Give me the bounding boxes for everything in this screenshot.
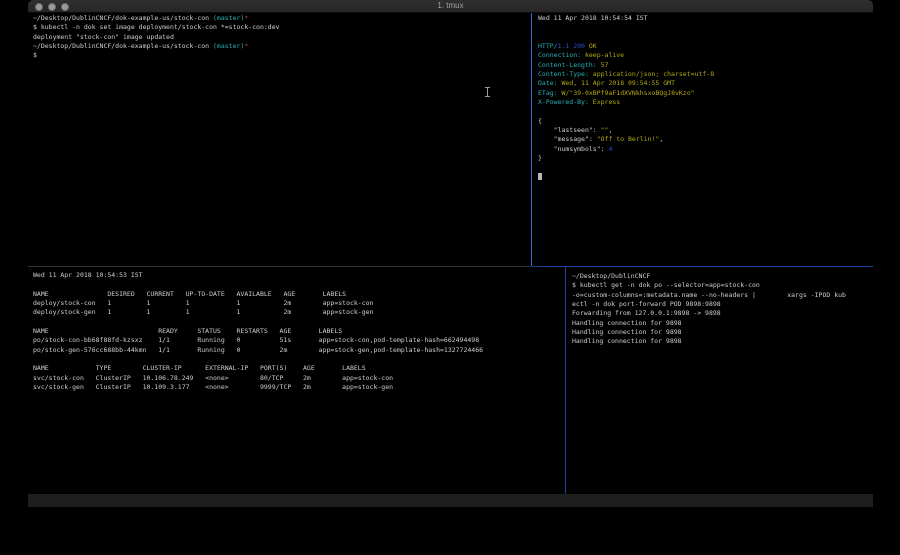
mouse-ibeam-cursor <box>485 87 490 97</box>
terminal-line: Wed 11 Apr 2018 10:54:54 IST <box>538 14 868 23</box>
traffic-lights <box>35 3 69 11</box>
terminal-line <box>538 163 868 172</box>
terminal-line: $ <box>33 51 503 60</box>
terminal-window: 1. tmux ~/Desktop/DublinCNCF/dok-example… <box>28 0 873 507</box>
terminal-line: -o=custom-columns=:metadata.name --no-he… <box>572 291 867 300</box>
tmux-status-bar: demo 0:bash* ⎈ minikube : default <box>28 494 873 507</box>
terminal-line: ETag: W/"39-0xBPf9aF1dXVNkhsxoBQgJ8vKzo" <box>538 89 868 98</box>
terminal-line: X-Powered-By: Express <box>538 98 868 107</box>
terminal-line: NAME TYPE CLUSTER-IP EXTERNAL-IP PORT(S)… <box>33 364 533 373</box>
terminal-line <box>538 107 868 116</box>
zoom-button[interactable] <box>61 3 69 11</box>
terminal-line: Content-Length: 57 <box>538 61 868 70</box>
terminal-line: deploy/stock-con 1 1 1 1 2m app=stock-co… <box>33 299 533 308</box>
terminal-line: Forwarding from 127.0.0.1:9898 -> 9898 <box>572 309 867 318</box>
pane-border-vertical-top[interactable] <box>531 13 532 266</box>
desktop-background: { "window": { "title": "1. tmux" }, "col… <box>0 0 900 555</box>
kube-status: ⎈ minikube : default <box>810 494 869 507</box>
terminal-line <box>538 23 868 32</box>
pane-border-vertical-bottom[interactable] <box>565 267 566 494</box>
terminal-line: svc/stock-con ClusterIP 10.106.78.249 <n… <box>33 374 533 383</box>
terminal-line: Connection: keep-alive <box>538 51 868 60</box>
tmux-content-area: ~/Desktop/DublinCNCF/dok-example-us/stoc… <box>28 13 873 494</box>
terminal-line: Date: Wed, 11 Apr 2018 09:54:55 GMT <box>538 79 868 88</box>
terminal-line: } <box>538 154 868 163</box>
terminal-line: "message": "Off to Berlin!", <box>538 135 868 144</box>
pane-border-horizontal-right[interactable] <box>532 266 873 267</box>
terminal-line: "lastseen": "", <box>538 126 868 135</box>
terminal-line: $ kubectl get -n dok po --selector=app=s… <box>572 281 867 290</box>
terminal-line: { <box>538 117 868 126</box>
window-title: 1. tmux <box>28 0 873 12</box>
terminal-line: ~/Desktop/DublinCNCF <box>572 272 867 281</box>
terminal-line: "numsymbols": 4 <box>538 145 868 154</box>
close-button[interactable] <box>35 3 43 11</box>
terminal-line <box>33 318 533 327</box>
terminal-line: NAME READY STATUS RESTARTS AGE LABELS <box>33 327 533 336</box>
pane-http-response[interactable]: Wed 11 Apr 2018 10:54:54 IST HTTP/1.1 20… <box>538 14 868 254</box>
terminal-line <box>33 355 533 364</box>
terminal-line <box>538 173 868 182</box>
terminal-line: ~/Desktop/DublinCNCF/dok-example-us/stoc… <box>33 42 503 51</box>
minimize-button[interactable] <box>48 3 56 11</box>
terminal-line: ~/Desktop/DublinCNCF/dok-example-us/stoc… <box>33 14 503 23</box>
pane-port-forward[interactable]: ~/Desktop/DublinCNCF$ kubectl get -n dok… <box>572 272 867 490</box>
terminal-line: po/stock-con-bb68f88fd-kzsxz 1/1 Running… <box>33 336 533 345</box>
terminal-line: deployment "stock-con" image updated <box>33 33 503 42</box>
status-left: demo 0:bash* <box>33 494 92 507</box>
pane-border-horizontal-left[interactable] <box>28 266 531 267</box>
terminal-line: po/stock-gen-576cc688bb-44kmn 1/1 Runnin… <box>33 346 533 355</box>
terminal-line <box>538 33 868 42</box>
terminal-line: svc/stock-gen ClusterIP 10.109.3.177 <no… <box>33 383 533 392</box>
terminal-line: deploy/stock-gen 1 1 1 1 2m app=stock-ge… <box>33 308 533 317</box>
terminal-line: Content-Type: application/json; charset=… <box>538 70 868 79</box>
terminal-line: Handling connection for 9898 <box>572 337 867 346</box>
terminal-line: HTTP/1.1 200 OK <box>538 42 868 51</box>
terminal-line: Wed 11 Apr 2018 10:54:53 IST <box>33 271 533 280</box>
terminal-line <box>33 280 533 289</box>
pane-shell-set-image[interactable]: ~/Desktop/DublinCNCF/dok-example-us/stoc… <box>33 14 503 254</box>
terminal-line: Handling connection for 9898 <box>572 319 867 328</box>
terminal-line: ectl -n dok port-forward POD 9898:9898 <box>572 300 867 309</box>
pane-kubectl-get-resources[interactable]: Wed 11 Apr 2018 10:54:53 IST NAME DESIRE… <box>33 271 533 491</box>
terminal-line: $ kubectl -n dok set image deployment/st… <box>33 23 503 32</box>
terminal-line: Handling connection for 9898 <box>572 328 867 337</box>
terminal-line: NAME DESIRED CURRENT UP-TO-DATE AVAILABL… <box>33 290 533 299</box>
window-titlebar[interactable]: 1. tmux <box>28 0 873 13</box>
